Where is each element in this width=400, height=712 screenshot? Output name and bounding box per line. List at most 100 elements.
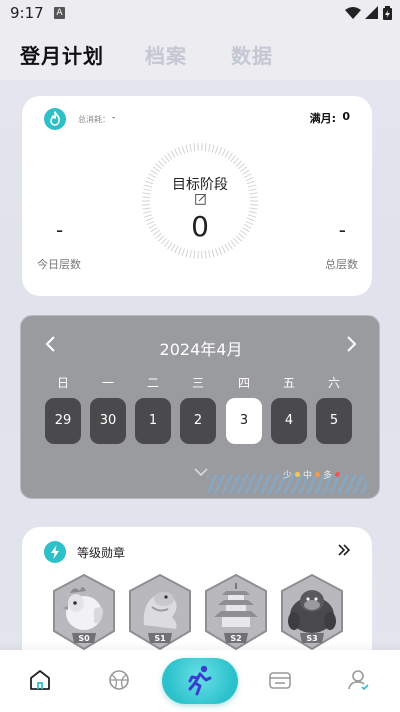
- dial-tick: [189, 143, 192, 152]
- start-run-button[interactable]: [162, 658, 238, 704]
- calendar-day[interactable]: 5: [316, 398, 352, 444]
- dial-tick: [218, 147, 223, 155]
- dial-tick: [249, 203, 258, 206]
- weekday-label: 四: [237, 376, 250, 390]
- dial-tick: [227, 152, 233, 160]
- double-chevron-right-icon[interactable]: [336, 542, 352, 558]
- weekday-label: 六: [327, 376, 340, 390]
- dial-tick: [167, 242, 173, 250]
- dial-tick: [208, 250, 211, 259]
- top-tabs: 登月计划 档案 数据: [0, 28, 400, 80]
- home-icon[interactable]: [28, 668, 52, 692]
- dial-tick: [181, 145, 186, 154]
- dial-tick: [235, 160, 243, 167]
- dial-tick: [170, 150, 176, 158]
- dial-tick: [230, 154, 237, 162]
- dial-tick: [249, 207, 258, 210]
- tab-data[interactable]: 数据: [231, 40, 273, 69]
- chevron-down-icon[interactable]: [193, 466, 209, 478]
- weekday-label: 三: [191, 376, 204, 390]
- fire-icon: [44, 108, 66, 130]
- weekday-label: 日: [56, 376, 69, 390]
- dial-tick: [221, 148, 226, 157]
- dial-tick: [155, 163, 163, 170]
- legend-few-dot: [295, 472, 301, 477]
- dial-tick: [174, 148, 179, 157]
- total-floors-label: 总层数: [325, 258, 358, 271]
- status-time: 9:17: [10, 4, 44, 22]
- calendar-day[interactable]: 30: [90, 398, 126, 444]
- signal-icon: [365, 6, 378, 19]
- today-floors-value: -: [56, 218, 64, 242]
- dial-tick: [249, 196, 258, 199]
- dial-tick: [224, 150, 230, 158]
- dial-tick: [157, 160, 165, 167]
- run-icon: [188, 665, 212, 696]
- ball-icon[interactable]: [107, 668, 131, 692]
- dial-tick: [193, 143, 196, 152]
- full-moon-label: 满月:: [309, 112, 336, 125]
- tab-archive[interactable]: 档案: [145, 40, 187, 69]
- dial-tick: [211, 144, 215, 153]
- dial-tick: [204, 250, 207, 259]
- status-icons: [345, 6, 392, 20]
- dial-tick: [170, 244, 176, 252]
- dial-tick: [142, 207, 151, 210]
- full-moon-value: 0: [342, 110, 350, 123]
- total-consume-value: -: [112, 113, 116, 123]
- dial-tick: [218, 247, 223, 255]
- dial-tick: [181, 248, 186, 257]
- dial-tick: [177, 247, 182, 255]
- total-consume-label: 总消耗：: [78, 115, 110, 124]
- dial-tick: [233, 157, 240, 165]
- dial-tick: [185, 249, 189, 258]
- legend-mid-dot: [315, 472, 321, 477]
- badge-level-text: S0: [78, 634, 90, 643]
- calendar-day[interactable]: 1: [135, 398, 171, 444]
- dial-tick: [177, 147, 182, 155]
- goal-stage-label: 目标阶段: [172, 177, 228, 193]
- legend-many-label: 多: [323, 471, 333, 481]
- calendar-day[interactable]: 2: [180, 398, 216, 444]
- dial-tick: [152, 166, 160, 173]
- dial-tick: [174, 245, 179, 254]
- dial-tick: [163, 154, 170, 162]
- badge-s1-dragon[interactable]: S1: [126, 573, 194, 655]
- legend-few-label: 少: [283, 471, 293, 481]
- dial-tick: [237, 163, 245, 170]
- dial-tick: [193, 250, 196, 259]
- profile-icon[interactable]: [347, 668, 371, 692]
- weekday-label: 二: [146, 376, 159, 390]
- dial-tick: [214, 248, 219, 257]
- records-icon[interactable]: [268, 668, 292, 692]
- dial-tick: [189, 250, 192, 259]
- dial-tick: [214, 145, 219, 154]
- dial-tick: [211, 249, 215, 258]
- calendar-day-selected[interactable]: 3: [226, 398, 262, 444]
- chevron-right-icon[interactable]: [343, 334, 359, 354]
- dial-tick: [160, 157, 167, 165]
- stats-card: 总消耗： - 满月: 0 目标阶段 0 - 今日层数 - 总层数: [22, 96, 372, 296]
- status-bar: 9:17 A: [0, 0, 400, 28]
- badge-s0-chicken[interactable]: S0: [50, 573, 118, 655]
- legend-mid-label: 中: [303, 471, 313, 481]
- dial-tick: [142, 196, 151, 199]
- calendar-day[interactable]: 29: [45, 398, 81, 444]
- level-badges-title: 等级勋章: [77, 546, 126, 560]
- badge-level-text: S2: [230, 634, 241, 643]
- dial-tick: [240, 166, 248, 173]
- tab-moon-plan[interactable]: 登月计划: [20, 40, 106, 71]
- bolt-icon: [44, 541, 66, 563]
- dial-tick: [204, 143, 207, 152]
- notification-icon: A: [54, 7, 65, 19]
- badge-level-text: S1: [154, 634, 166, 643]
- calendar-day[interactable]: 4: [271, 398, 307, 444]
- badge-s3-gorilla[interactable]: S3: [278, 573, 346, 655]
- edit-icon[interactable]: [195, 193, 207, 205]
- weekday-label: 五: [282, 376, 295, 390]
- weekday-label: 一: [101, 376, 114, 390]
- dial-tick: [167, 152, 173, 160]
- dial-tick: [221, 245, 226, 254]
- today-floors-label: 今日层数: [37, 258, 81, 271]
- badge-s2-pagoda[interactable]: S2: [202, 573, 270, 655]
